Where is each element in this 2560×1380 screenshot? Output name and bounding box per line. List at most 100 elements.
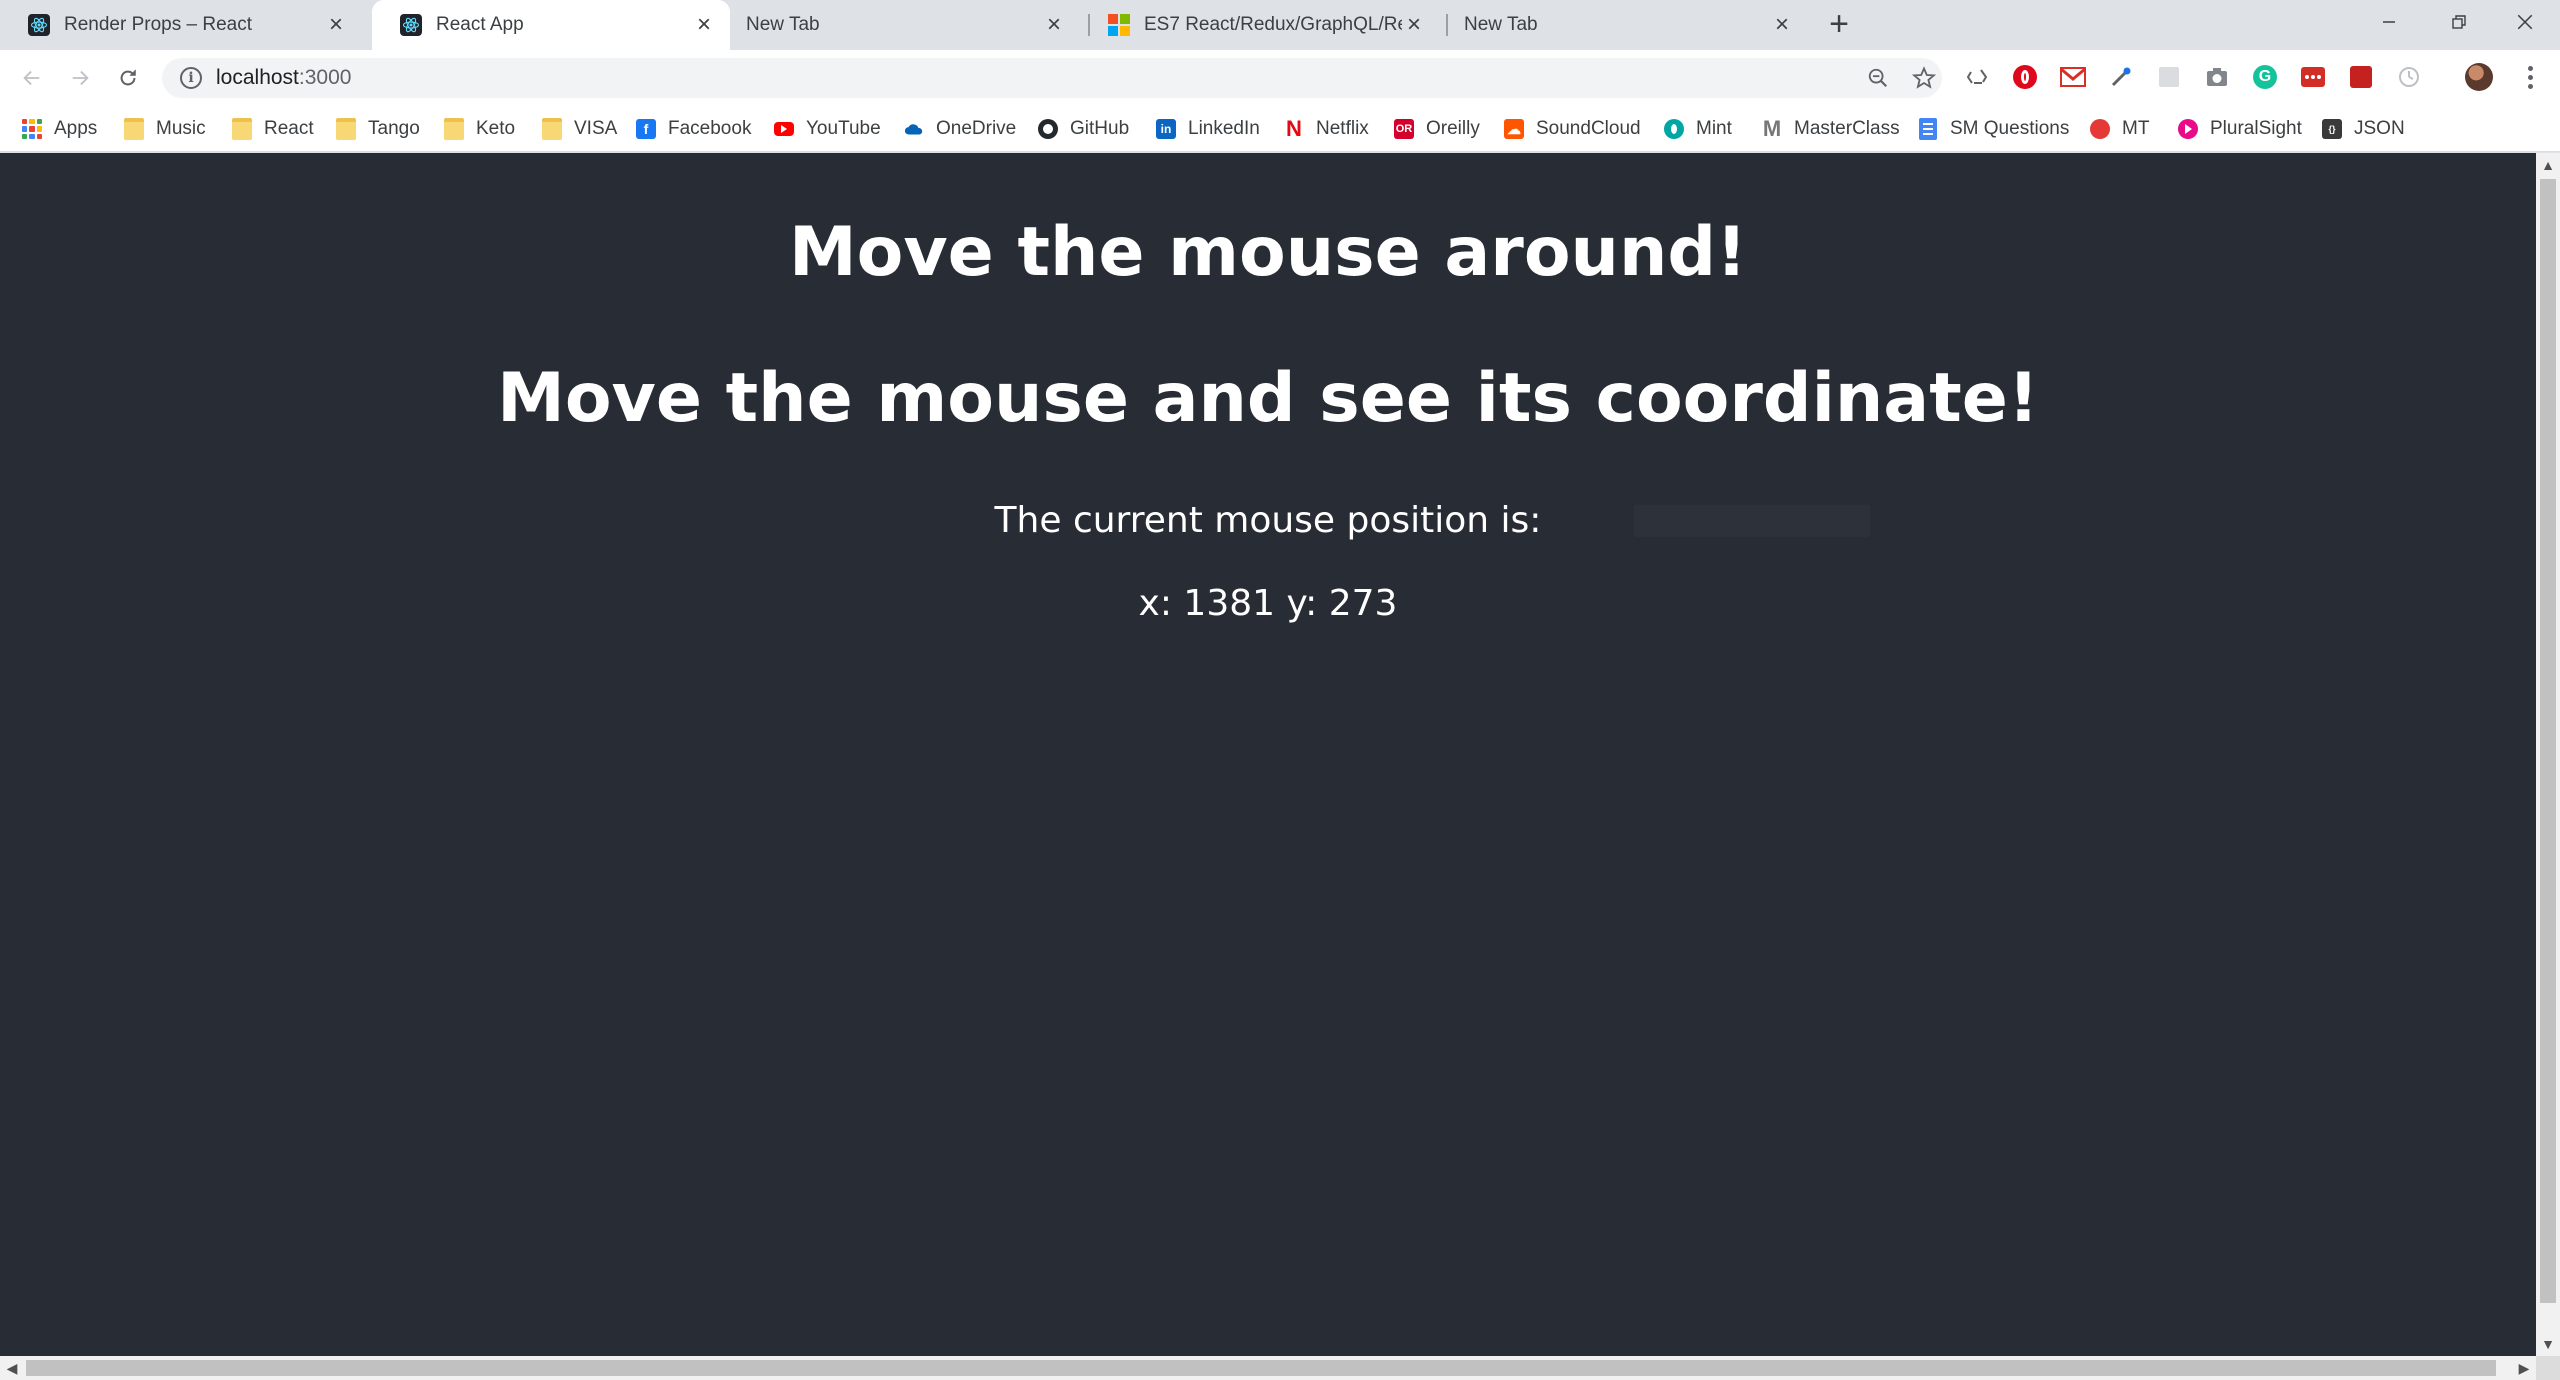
page-viewport[interactable]: Move the mouse around! Move the mouse an… <box>0 153 2536 1356</box>
horizontal-scrollbar[interactable]: ◀ ▶ <box>0 1356 2536 1380</box>
eyedropper-extension-icon[interactable] <box>2106 62 2136 92</box>
folder-icon <box>124 118 144 140</box>
folder-icon <box>232 118 252 140</box>
recycle-extension-icon[interactable] <box>1962 62 1992 92</box>
back-button[interactable] <box>16 62 48 94</box>
close-icon[interactable]: × <box>692 11 716 38</box>
tab-react-app[interactable]: React App × <box>372 0 730 50</box>
tab-title: Render Props – React <box>64 14 252 35</box>
bookmark-netflix[interactable]: N Netflix <box>1284 114 1369 144</box>
react-icon <box>28 14 50 36</box>
gray-extension-icon[interactable] <box>2154 62 2184 92</box>
bookmark-tango[interactable]: Tango <box>336 114 420 144</box>
close-icon[interactable]: × <box>324 11 348 38</box>
reload-button[interactable] <box>112 62 144 94</box>
close-icon[interactable]: × <box>1402 11 1426 38</box>
arrow-right-icon <box>72 70 89 86</box>
restore-icon <box>2452 15 2466 29</box>
folder-icon <box>542 118 562 140</box>
facebook-icon: f <box>636 119 656 139</box>
grammarly-extension-icon[interactable]: G <box>2250 62 2280 92</box>
new-tab-button[interactable]: + <box>1822 7 1856 42</box>
scroll-down-icon[interactable]: ▼ <box>2536 1332 2560 1356</box>
bookmark-mt[interactable]: MT <box>2090 114 2149 144</box>
pluralsight-icon <box>2178 119 2198 139</box>
bookmark-masterclass[interactable]: M MasterClass <box>1762 114 1900 144</box>
page-heading-mouse-around: Move the mouse around! <box>788 213 1748 292</box>
arrow-left-icon <box>23 70 40 86</box>
tab-new-tab-1[interactable]: New Tab × <box>720 0 1080 50</box>
lastpass-extension-icon[interactable] <box>2298 62 2328 92</box>
linkedin-icon: in <box>1156 119 1176 139</box>
onedrive-icon <box>904 119 924 139</box>
bookmark-github[interactable]: GitHub <box>1038 114 1129 144</box>
address-bar[interactable]: i localhost:3000 <box>162 58 1942 98</box>
microsoft-icon <box>1108 14 1130 36</box>
faded-tooltip <box>1634 505 1870 537</box>
github-icon <box>1038 119 1058 139</box>
bookmark-facebook[interactable]: f Facebook <box>636 114 751 144</box>
bookmark-music[interactable]: Music <box>124 114 206 144</box>
close-icon[interactable]: × <box>1042 11 1066 38</box>
soundcloud-icon: ☁ <box>1504 119 1524 139</box>
gmail-extension-icon[interactable] <box>2058 62 2088 92</box>
apps-grid-icon <box>22 119 42 139</box>
camera-extension-icon[interactable] <box>2202 62 2232 92</box>
forward-button[interactable] <box>64 62 96 94</box>
scroll-left-icon[interactable]: ◀ <box>0 1356 24 1380</box>
scroll-up-icon[interactable]: ▲ <box>2536 153 2560 177</box>
folder-icon <box>444 118 464 140</box>
bookmark-oreilly[interactable]: OR Oreilly <box>1394 114 1480 144</box>
masterclass-icon: M <box>1762 116 1782 141</box>
vertical-scroll-thumb[interactable] <box>2540 179 2556 1303</box>
bookmark-sm-questions[interactable]: SM Questions <box>1918 114 2069 144</box>
bookmark-linkedin[interactable]: in LinkedIn <box>1156 114 1260 144</box>
tab-new-tab-2[interactable]: New Tab × <box>1448 0 1808 50</box>
horizontal-scroll-thumb[interactable] <box>26 1360 2496 1376</box>
mouse-position-label: The current mouse position is: <box>994 500 1542 541</box>
tab-title: New Tab <box>746 14 820 35</box>
bookmark-mint[interactable]: Mint <box>1664 114 1732 144</box>
scrollbar-corner <box>2536 1356 2560 1380</box>
tab-render-props[interactable]: Render Props – React × <box>0 0 362 50</box>
bookmark-pluralsight[interactable]: PluralSight <box>2178 114 2302 144</box>
bookmark-keto[interactable]: Keto <box>444 114 515 144</box>
youtube-icon <box>774 119 794 139</box>
json-icon: {} <box>2322 119 2342 139</box>
tab-es7-react[interactable]: ES7 React/Redux/GraphQL/React × <box>1090 0 1440 50</box>
react-icon <box>400 14 422 36</box>
netflix-icon: N <box>1286 116 1302 141</box>
bookmark-youtube[interactable]: YouTube <box>774 114 881 144</box>
close-window-button[interactable] <box>2490 0 2560 44</box>
bookmark-onedrive[interactable]: OneDrive <box>904 114 1016 144</box>
bookmark-soundcloud[interactable]: ☁ SoundCloud <box>1504 114 1641 144</box>
more-menu-icon[interactable] <box>2520 62 2540 92</box>
close-icon <box>2517 14 2533 30</box>
mt-icon <box>2090 119 2110 139</box>
minimize-icon <box>2383 21 2395 23</box>
vertical-scrollbar[interactable]: ▲ ▼ <box>2536 153 2560 1356</box>
page-heading-coordinate: Move the mouse and see its coordinate! <box>497 359 2039 438</box>
tab-title: ES7 React/Redux/GraphQL/React <box>1144 14 1402 35</box>
bookmark-apps[interactable]: Apps <box>22 114 97 144</box>
minimize-button[interactable] <box>2354 0 2424 44</box>
close-icon[interactable]: × <box>1770 11 1794 38</box>
bookmark-json[interactable]: {} JSON <box>2322 114 2405 144</box>
oreilly-icon: OR <box>1394 119 1414 139</box>
zoom-icon[interactable] <box>1864 64 1892 92</box>
star-icon[interactable] <box>1910 64 1938 92</box>
url-text[interactable]: localhost:3000 <box>216 66 351 90</box>
tab-title: New Tab <box>1464 14 1538 35</box>
tab-strip: Render Props – React × React App × New T… <box>0 0 2560 50</box>
bookmark-visa[interactable]: VISA <box>542 114 617 144</box>
restore-button[interactable] <box>2424 0 2494 44</box>
red-puzzle-extension-icon[interactable] <box>2346 62 2376 92</box>
folder-icon <box>336 118 356 140</box>
opera-extension-icon[interactable] <box>2010 62 2040 92</box>
clock-extension-icon[interactable] <box>2394 62 2424 92</box>
info-icon[interactable]: i <box>180 67 202 89</box>
scroll-right-icon[interactable]: ▶ <box>2512 1356 2536 1380</box>
avatar[interactable] <box>2464 62 2494 92</box>
google-forms-icon <box>1918 118 1938 140</box>
bookmark-react[interactable]: React <box>232 114 314 144</box>
